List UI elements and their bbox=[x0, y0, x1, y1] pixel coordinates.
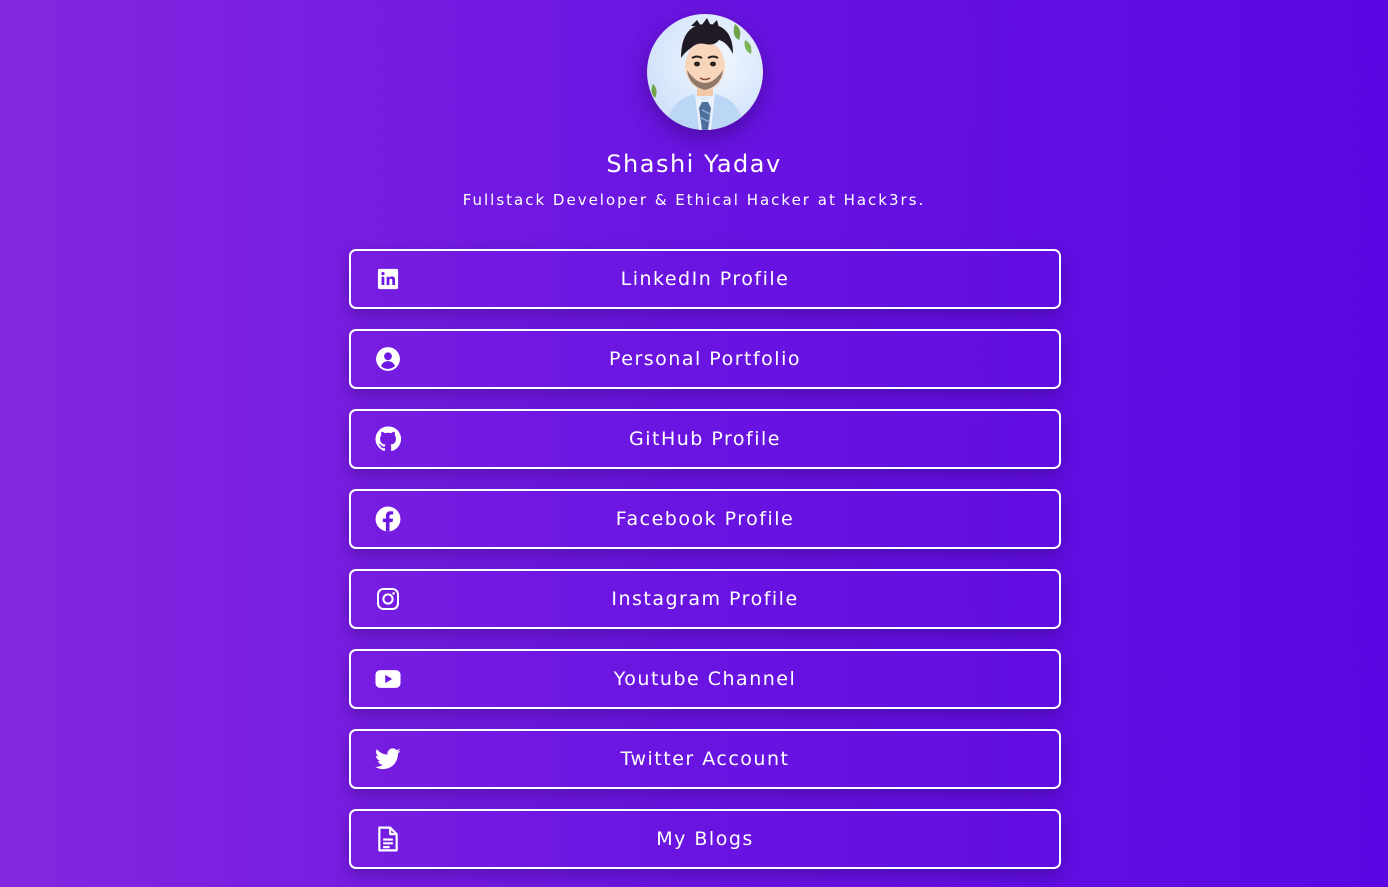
avatar bbox=[647, 14, 763, 130]
youtube-channel-label: Youtube Channel bbox=[613, 668, 797, 690]
personal-portfolio-label: Personal Portfolio bbox=[609, 348, 801, 370]
instagram-profile-label: Instagram Profile bbox=[611, 588, 799, 610]
facebook-profile-button[interactable]: Facebook Profile bbox=[349, 489, 1061, 549]
avatar-illustration bbox=[651, 18, 752, 130]
linkedin-profile-label: LinkedIn Profile bbox=[620, 268, 790, 290]
link-list: LinkedIn Profile Personal Portfolio GitH… bbox=[349, 249, 1061, 887]
github-profile-button[interactable]: GitHub Profile bbox=[349, 409, 1061, 469]
github-profile-label: GitHub Profile bbox=[629, 428, 781, 450]
personal-portfolio-button[interactable]: Personal Portfolio bbox=[349, 329, 1061, 389]
twitter-account-label: Twitter Account bbox=[620, 748, 790, 770]
profile-tagline: Fullstack Developer & Ethical Hacker at … bbox=[462, 191, 926, 209]
facebook-profile-label: Facebook Profile bbox=[615, 508, 795, 530]
my-blogs-label: My Blogs bbox=[656, 828, 754, 850]
youtube-channel-button[interactable]: Youtube Channel bbox=[349, 649, 1061, 709]
linkedin-profile-button[interactable]: LinkedIn Profile bbox=[349, 249, 1061, 309]
profile-name: Shashi Yadav bbox=[606, 150, 782, 178]
twitter-account-button[interactable]: Twitter Account bbox=[349, 729, 1061, 789]
my-blogs-button[interactable]: My Blogs bbox=[349, 809, 1061, 869]
instagram-profile-button[interactable]: Instagram Profile bbox=[349, 569, 1061, 629]
